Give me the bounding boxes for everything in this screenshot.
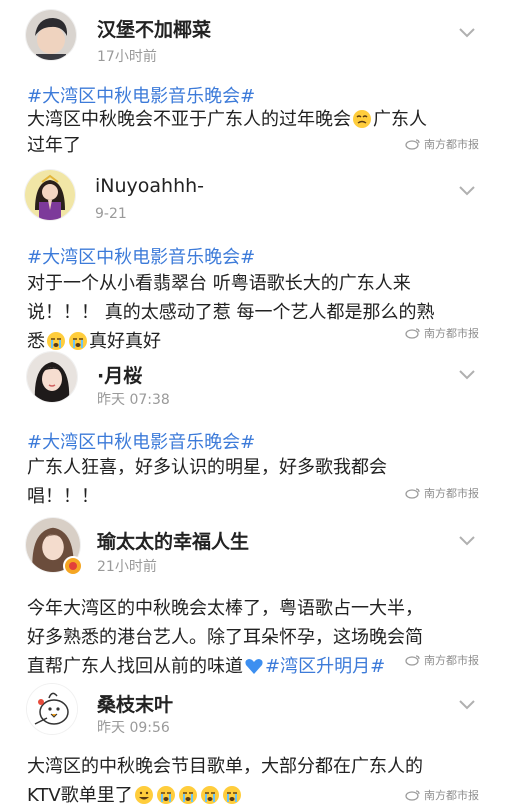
user-avatar[interactable] (26, 10, 76, 60)
post-text-part: 直帮广东人找回从前的味道 (27, 656, 243, 677)
post-header: ·月桜 昨天 07:38 (0, 348, 507, 412)
post-text-line: 唱！！！ (27, 486, 99, 507)
chevron-down-icon[interactable] (456, 368, 478, 382)
post-text-part: 广东人 (373, 109, 427, 130)
username[interactable]: 瑜太太的幸福人生 (97, 527, 249, 554)
weibo-logo-icon (405, 790, 420, 801)
post-text-line: 广东人狂喜，好多认识的明星，好多歌我都会 (27, 457, 387, 478)
username[interactable]: 汉堡不加椰菜 (97, 15, 211, 42)
hashtag-link[interactable]: #湾区升明月# (265, 656, 385, 677)
post-text-part: 大湾区中秋晚会不亚于广东人的过年晚会 (27, 109, 351, 130)
post-time: 昨天 09:56 (97, 720, 170, 736)
post-text-line: 好多熟悉的港台艺人。除了耳朵怀孕，这场晚会简 (27, 627, 423, 648)
post-time: 9-21 (95, 206, 127, 222)
chevron-down-icon[interactable] (456, 26, 478, 40)
post-header: 桑枝末叶 昨天 09:56 (0, 680, 507, 744)
post-header: 汉堡不加椰菜 17小时前 (0, 4, 507, 68)
user-avatar[interactable] (27, 352, 77, 402)
username[interactable]: 桑枝末叶 (97, 690, 173, 717)
watermark-text: 南方都市报 (424, 327, 479, 340)
post-text-line: 对于一个从小看翡翠台 听粤语歌长大的广东人来 (27, 273, 411, 294)
username[interactable]: ·月桜 (97, 361, 142, 388)
post-header: 瑜太太的幸福人生 21小时前 (0, 514, 507, 578)
hashtag-link[interactable]: #大湾区中秋电影音乐晚会# (27, 82, 255, 108)
watermark: 南方都市报 (405, 325, 479, 341)
watermark: 南方都市报 (405, 136, 479, 152)
weibo-logo-icon (405, 655, 420, 666)
watermark: 南方都市报 (405, 787, 479, 803)
girl-portrait-avatar-icon (27, 352, 77, 402)
weibo-comment-feed: 汉堡不加椰菜 17小时前 #大湾区中秋电影音乐晚会# 大湾区中秋晚会不亚于广东人… (0, 0, 507, 806)
post-text-line: 大湾区的中秋晚会节目歌单，大部分都在广东人的 (27, 756, 423, 777)
grinning-face-emoji-icon (134, 785, 154, 805)
username[interactable]: iNuyoahhh- (95, 175, 204, 197)
post-text: 广东人狂喜，好多认识的明星，好多歌我都会 唱！！！ (27, 453, 482, 511)
user-avatar[interactable] (25, 170, 75, 220)
weibo-logo-icon (405, 488, 420, 499)
watermark: 南方都市报 (405, 485, 479, 501)
blue-heart-emoji-icon (244, 656, 264, 676)
boy-with-short-hair-avatar-icon (26, 10, 76, 60)
crying-face-emoji-icon (352, 109, 372, 129)
chevron-down-icon[interactable] (456, 698, 478, 712)
post-text-part: 过年了 (27, 135, 81, 156)
girl-praying-avatar-icon (25, 170, 75, 220)
watermark-text: 南方都市报 (424, 138, 479, 151)
watermark-text: 南方都市报 (424, 654, 479, 667)
user-avatar[interactable] (27, 684, 77, 734)
watermark-text: 南方都市报 (424, 789, 479, 802)
cartoon-bird-avatar-icon (27, 684, 77, 734)
crying-face-emoji-icon (156, 785, 176, 805)
post-time: 21小时前 (97, 559, 157, 575)
crying-face-emoji-icon (200, 785, 220, 805)
post-text: 对于一个从小看翡翠台 听粤语歌长大的广东人来 说！！！ 真的太感动了惹 每一个艺… (27, 269, 482, 356)
post-header: iNuyoahhh- 9-21 (0, 166, 507, 230)
watermark-text: 南方都市报 (424, 487, 479, 500)
hashtag-link[interactable]: #大湾区中秋电影音乐晚会# (27, 243, 255, 269)
post-time: 昨天 07:38 (97, 392, 170, 408)
post-time: 17小时前 (97, 49, 157, 65)
post-text-part: KTV歌单里了 (27, 785, 133, 806)
crying-face-emoji-icon (222, 785, 242, 805)
weibo-logo-icon (405, 328, 420, 339)
post-text-line: 今年大湾区的中秋晚会太棒了，粤语歌占一大半， (27, 598, 423, 619)
weibo-logo-icon (405, 139, 420, 150)
hashtag-link[interactable]: #大湾区中秋电影音乐晚会# (27, 428, 255, 454)
post-text-line: 说！！！ 真的太感动了惹 每一个艺人都是那么的熟 (27, 302, 435, 323)
crying-face-emoji-icon (178, 785, 198, 805)
chevron-down-icon[interactable] (456, 184, 478, 198)
chevron-down-icon[interactable] (456, 534, 478, 548)
verified-badge-icon (63, 556, 83, 576)
watermark: 南方都市报 (405, 652, 479, 668)
